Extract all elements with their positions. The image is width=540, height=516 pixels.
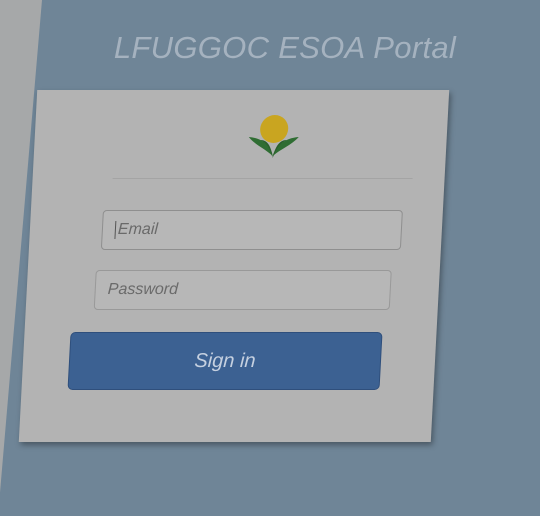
org-logo-sun-leaf-icon (244, 110, 305, 160)
email-placeholder: Email (117, 221, 159, 238)
email-field[interactable]: Email (100, 210, 403, 250)
login-page: LFUGGOC ESOA Portal Email Password Sign … (0, 0, 540, 516)
password-placeholder: Password (107, 281, 179, 298)
login-card: Email Password Sign in (18, 90, 450, 442)
card-divider (112, 178, 413, 179)
text-caret (114, 221, 117, 239)
page-title: LFUGGOC ESOA Portal (113, 30, 457, 65)
sign-in-button[interactable]: Sign in (67, 332, 383, 390)
sign-in-label: Sign in (193, 349, 257, 372)
password-field[interactable]: Password (93, 270, 392, 310)
